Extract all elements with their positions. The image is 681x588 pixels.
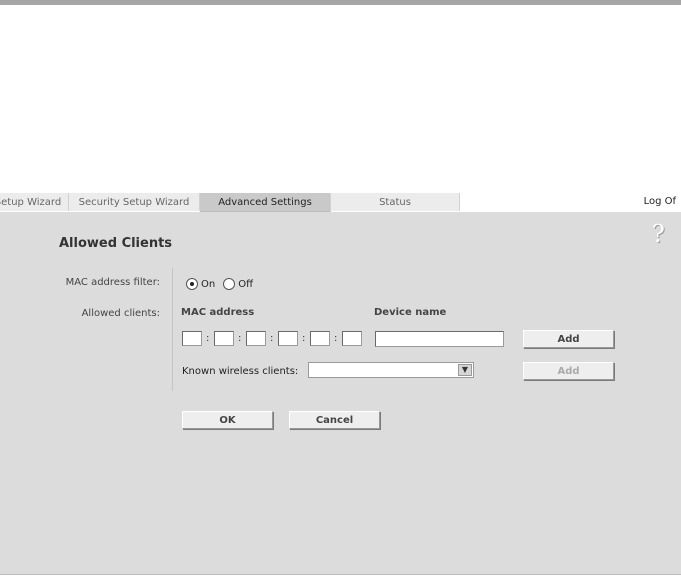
mac-octet-5-input[interactable]	[310, 331, 330, 346]
mac-separator: :	[302, 333, 306, 344]
mac-separator: :	[270, 333, 274, 344]
mac-filter-on-radio[interactable]	[186, 278, 198, 290]
mac-filter-off-label[interactable]: Off	[238, 279, 253, 290]
mac-separator: :	[334, 333, 338, 344]
chevron-down-icon[interactable]: ▼	[458, 364, 472, 376]
main-tabs: Setup Wizard Security Setup Wizard Advan…	[0, 193, 681, 212]
help-question-icon[interactable]: ?	[652, 222, 665, 246]
logoff-link[interactable]: Log Of	[644, 196, 676, 207]
page-title: Allowed Clients	[59, 236, 173, 251]
mac-filter-radio-group: On Off	[186, 278, 261, 290]
mac-octet-3-input[interactable]	[246, 331, 266, 346]
mac-octet-4-input[interactable]	[278, 331, 298, 346]
device-name-header: Device name	[374, 307, 447, 318]
top-rule	[0, 0, 681, 5]
form-divider	[172, 268, 173, 391]
known-clients-select[interactable]: ▼	[308, 362, 474, 378]
cancel-button[interactable]: Cancel	[289, 411, 380, 429]
add-known-client-button[interactable]: Add	[523, 362, 614, 380]
mac-address-header: MAC address	[181, 307, 255, 318]
device-name-input[interactable]	[375, 331, 504, 347]
mac-octet-2-input[interactable]	[214, 331, 234, 346]
tab-status[interactable]: Status	[331, 193, 460, 211]
tab-security-setup-wizard[interactable]: Security Setup Wizard	[69, 193, 200, 211]
ok-button[interactable]: OK	[182, 411, 273, 429]
mac-filter-label: MAC address filter:	[65, 277, 160, 288]
mac-filter-off-radio[interactable]	[223, 278, 236, 290]
mac-filter-on-label[interactable]: On	[201, 279, 215, 290]
allowed-clients-label: Allowed clients:	[81, 308, 160, 319]
tab-advanced-settings[interactable]: Advanced Settings	[200, 193, 331, 212]
mac-separator: :	[206, 333, 210, 344]
known-clients-label: Known wireless clients:	[182, 366, 299, 377]
mac-octet-1-input[interactable]	[182, 331, 202, 346]
add-client-button[interactable]: Add	[523, 330, 614, 348]
mac-separator: :	[238, 333, 242, 344]
content-panel	[0, 212, 681, 575]
tab-setup-wizard[interactable]: Setup Wizard	[0, 193, 69, 211]
mac-octet-6-input[interactable]	[342, 331, 362, 346]
